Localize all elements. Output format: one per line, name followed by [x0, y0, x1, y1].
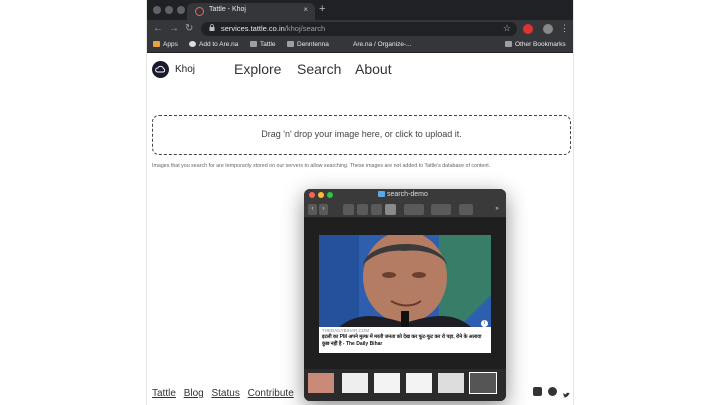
extension-icon[interactable]	[523, 24, 533, 34]
dropzone-text: Drag 'n' drop your image here, or click …	[261, 129, 462, 139]
footer-link-status[interactable]: Status	[211, 388, 239, 399]
bookmark-arena[interactable]: Add to Are.na	[189, 41, 238, 48]
finder-close-dot[interactable]	[309, 192, 315, 198]
finder-zoom-dot[interactable]	[327, 192, 333, 198]
image-dropzone[interactable]: Drag 'n' drop your image here, or click …	[152, 115, 571, 155]
forward-button[interactable]: →	[169, 23, 179, 34]
folder-icon	[378, 191, 385, 197]
nav-about[interactable]: About	[355, 61, 392, 77]
footer-link-contribute[interactable]: Contribute	[248, 388, 294, 399]
screen: Tattle - Khoj × + ← → ↻ services.tattle.…	[0, 0, 720, 405]
bookmark-other[interactable]: Other Bookmarks	[505, 41, 566, 48]
icon-view-button[interactable]	[343, 204, 354, 215]
apps-grid-icon	[153, 41, 160, 47]
finder-back-button[interactable]: ‹	[308, 204, 317, 215]
bookmark-denntenna[interactable]: Denntenna	[287, 41, 329, 48]
profile-avatar[interactable]	[543, 24, 553, 34]
github-icon[interactable]	[548, 387, 557, 396]
footer-links: Tattle Blog Status Contribute	[152, 388, 299, 399]
card-caption: इटली का PM अपने मुल्क में मरती जनता को द…	[322, 334, 482, 347]
tattle-favicon-icon	[195, 7, 204, 16]
finder-forward-button[interactable]: ›	[319, 204, 328, 215]
nav-search[interactable]: Search	[297, 61, 341, 77]
card-source: THEDAILYBIHAR.COM	[322, 328, 370, 333]
bookmark-tattle[interactable]: Tattle	[250, 41, 276, 48]
finder-titlebar: search-demo	[304, 189, 506, 202]
share-icon[interactable]	[459, 204, 473, 215]
reload-button[interactable]: ↻	[185, 23, 193, 34]
list-view-button[interactable]	[357, 204, 368, 215]
brand-name[interactable]: Khoj	[175, 64, 195, 75]
footer-link-tattle[interactable]: Tattle	[152, 388, 176, 399]
address-bar[interactable]: services.tattle.co.in/khoj/search ☆	[201, 22, 517, 36]
browser-toolbar: ← → ↻ services.tattle.co.in/khoj/search …	[147, 20, 573, 38]
action-gear-icon[interactable]	[431, 204, 451, 215]
bookmark-apps[interactable]: Apps	[153, 41, 178, 48]
minimize-window-dot[interactable]	[165, 6, 173, 14]
tab-bar: Tattle - Khoj × +	[147, 0, 573, 20]
gallery-view-button[interactable]	[385, 204, 396, 215]
finder-toolbar: ‹ › »	[304, 202, 506, 218]
twitter-icon[interactable]	[562, 387, 571, 398]
back-button[interactable]: ←	[153, 23, 163, 34]
nav-explore[interactable]: Explore	[234, 61, 281, 77]
bookmarks-bar: Apps Add to Are.na Tattle Denntenna Are.…	[147, 38, 573, 53]
finder-minimize-dot[interactable]	[318, 192, 324, 198]
url-text: services.tattle.co.in/khoj/search	[221, 24, 326, 33]
folder-icon	[287, 41, 294, 47]
news-photo	[319, 235, 491, 327]
toolbar-overflow-button[interactable]: »	[492, 204, 502, 215]
page-icon	[343, 41, 350, 47]
thumbnail-1[interactable]	[308, 373, 334, 393]
new-tab-button[interactable]: +	[319, 3, 325, 15]
close-tab-icon[interactable]: ×	[303, 5, 308, 14]
thumbnail-5[interactable]	[438, 373, 464, 393]
bookmark-arena-organize[interactable]: Are.na / Organize-...	[343, 41, 412, 48]
bookmark-star-icon[interactable]: ☆	[503, 23, 511, 34]
folder-icon	[505, 41, 512, 47]
gallery-preview: i THEDAILYBIHAR.COM इटली का PM अपने मुल्…	[304, 218, 506, 369]
thumbnail-4[interactable]	[406, 373, 432, 393]
tab-title: Tattle - Khoj	[209, 6, 246, 13]
thumbnail-6-selected[interactable]	[469, 372, 497, 394]
thumbnail-2[interactable]	[342, 373, 368, 393]
finder-window: search-demo ‹ › » i THEDAILYBIHAR.COM इट…	[304, 189, 506, 401]
browser-menu-icon[interactable]: ⋮	[560, 23, 569, 34]
maximize-window-dot[interactable]	[177, 6, 185, 14]
info-icon[interactable]: i	[481, 320, 488, 327]
arena-icon	[189, 41, 196, 47]
news-card-image[interactable]: i THEDAILYBIHAR.COM इटली का PM अपने मुल्…	[319, 235, 491, 353]
thumbnail-strip	[304, 369, 506, 401]
close-window-dot[interactable]	[153, 6, 161, 14]
column-view-button[interactable]	[371, 204, 382, 215]
folder-icon	[250, 41, 257, 47]
slack-icon[interactable]	[533, 387, 542, 396]
khoj-logo[interactable]	[152, 61, 169, 78]
active-tab[interactable]: Tattle - Khoj ×	[187, 3, 315, 20]
thumbnail-3[interactable]	[374, 373, 400, 393]
finder-title: search-demo	[378, 191, 428, 198]
privacy-notice: Images that you search for are temporari…	[152, 163, 491, 169]
footer-link-blog[interactable]: Blog	[184, 388, 204, 399]
cloud-logo-icon	[155, 65, 166, 73]
lock-icon	[209, 24, 215, 33]
group-by-button[interactable]	[404, 204, 424, 215]
